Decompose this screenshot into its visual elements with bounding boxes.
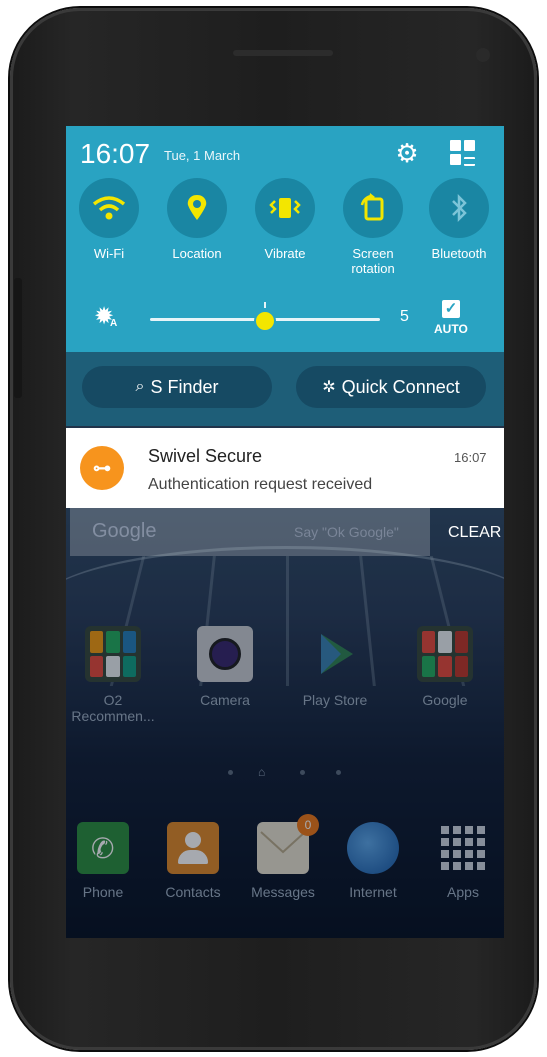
settings-gear-icon[interactable]: ⚙ — [392, 138, 422, 168]
search-icon: ⌕ — [135, 378, 145, 395]
screen: O2 Recommen... Camera Play Store Google ⌂… — [66, 126, 504, 938]
s-finder-label: S Finder — [150, 376, 219, 397]
google-logo: Google — [92, 520, 157, 542]
toggle-label: Wi-Fi — [93, 246, 125, 261]
quick-toggles: Wi-Fi Location Vibrate Screen rotation B… — [66, 178, 504, 288]
volume-button — [14, 278, 22, 398]
brightness-value: 5 — [400, 308, 409, 325]
clock: 16:07 — [80, 138, 151, 169]
wifi-icon — [79, 178, 139, 238]
edit-quick-settings-icon[interactable] — [450, 140, 478, 168]
key-icon: ⊶ — [80, 446, 124, 490]
toggle-wifi[interactable]: Wi-Fi — [66, 178, 152, 261]
finder-row: ⌕ S Finder ✲ Quick Connect — [66, 352, 504, 426]
toggle-bluetooth[interactable]: Bluetooth — [416, 178, 502, 261]
voice-hint: Say "Ok Google" — [294, 524, 399, 540]
date: Tue, 1 March — [164, 148, 241, 163]
toggle-label: Location — [172, 246, 222, 261]
brightness-thumb-tick — [264, 302, 266, 308]
google-search-bar[interactable]: Google Say "Ok Google" — [70, 508, 430, 556]
toggle-label: Screen rotation — [351, 246, 395, 276]
quick-connect-icon: ✲ — [322, 379, 336, 396]
auto-label: AUTO — [434, 322, 468, 336]
brightness-row: ✹ A 5 ✓ AUTO — [94, 300, 468, 336]
toggle-screen-rotation[interactable]: Screen rotation — [330, 178, 416, 276]
bluetooth-icon — [429, 178, 489, 238]
quick-settings-panel: 16:07 Tue, 1 March ⚙ Wi-Fi Location Vibr… — [66, 126, 504, 352]
quick-connect-label: Quick Connect — [341, 376, 460, 397]
clear-button[interactable]: CLEAR — [448, 524, 501, 542]
front-camera — [476, 48, 490, 62]
toggle-label: Vibrate — [264, 246, 306, 261]
notification-message: Authentication request received — [148, 476, 373, 493]
notification-swivel-secure[interactable]: ⊶ Swivel Secure Authentication request r… — [66, 428, 504, 508]
notification-time: 16:07 — [454, 450, 487, 465]
auto-checkbox[interactable]: ✓ — [442, 300, 460, 318]
earpiece — [233, 50, 333, 56]
location-icon — [167, 178, 227, 238]
notification-title: Swivel Secure — [148, 446, 263, 466]
quick-connect-button[interactable]: ✲ Quick Connect — [296, 366, 486, 408]
brightness-thumb[interactable] — [254, 310, 276, 332]
toggle-vibrate[interactable]: Vibrate — [242, 178, 328, 261]
toggle-label: Bluetooth — [431, 246, 487, 261]
screen-rotation-icon — [343, 178, 403, 238]
vibrate-icon — [255, 178, 315, 238]
toggle-location[interactable]: Location — [154, 178, 240, 261]
s-finder-button[interactable]: ⌕ S Finder — [82, 366, 272, 408]
